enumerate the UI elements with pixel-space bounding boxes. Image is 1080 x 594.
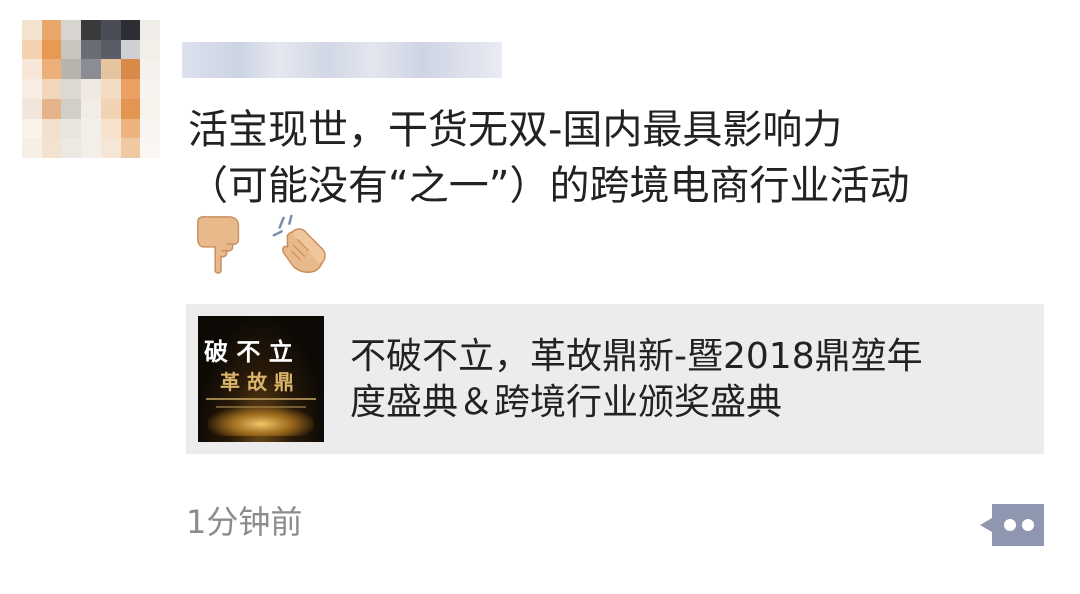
post-text-line-2: （可能没有“之一”）的跨境电商行业活动 <box>188 163 910 209</box>
emoji-row <box>190 210 332 280</box>
comment-like-menu-icon[interactable] <box>978 500 1046 550</box>
avatar-pixel <box>81 20 101 40</box>
backhand-index-pointing-down-icon <box>197 215 240 274</box>
link-thumbnail: 破 不 立 革 故 鼎 <box>198 316 324 442</box>
avatar-pixel <box>22 79 42 99</box>
post-timestamp: 1分钟前 <box>186 503 303 541</box>
avatar-pixel <box>140 39 160 60</box>
avatar-pixel <box>22 39 42 60</box>
avatar-pixel <box>41 98 62 119</box>
link-title-line-2: 度盛典＆跨境行业颁奖盛典 <box>350 382 783 423</box>
avatar-pixel <box>41 20 62 40</box>
avatar-pixel <box>120 138 141 158</box>
avatar-pixel <box>120 79 141 99</box>
avatar-pixel <box>41 79 62 99</box>
avatar-pixel <box>120 20 141 40</box>
avatar-pixel <box>81 79 101 99</box>
avatar-pixel <box>100 98 121 119</box>
avatar-pixel <box>61 138 82 158</box>
avatar-pixel <box>140 98 160 119</box>
avatar-pixel <box>61 39 82 60</box>
avatar-pixel <box>61 118 82 139</box>
link-title: 不破不立，革故鼎新-暨2018鼎堃年 度盛典＆跨境行业颁奖盛典 <box>350 334 1030 426</box>
avatar-pixel <box>81 118 101 139</box>
avatar-pixel <box>41 39 62 60</box>
thumbnail-caption-line <box>206 398 316 400</box>
avatar-pixel <box>22 98 42 119</box>
avatar-pixel <box>100 20 121 40</box>
avatar-pixel <box>22 138 42 158</box>
avatar-pixel <box>120 39 141 60</box>
username-blur <box>182 42 502 78</box>
avatar-pixel <box>41 138 62 158</box>
thumbnail-text-row-2: 革 故 鼎 <box>220 370 294 394</box>
avatar-pixel <box>22 59 42 80</box>
thumbnail-glow <box>208 406 314 436</box>
avatar[interactable] <box>22 20 160 158</box>
post-text-line-1: 活宝现世，干货无双-国内最具影响力 <box>188 107 843 153</box>
avatar-pixel <box>22 20 42 40</box>
avatar-pixel <box>100 79 121 99</box>
avatar-pixel <box>22 118 42 139</box>
clapping-hands-icon <box>272 214 326 273</box>
avatar-pixel <box>81 138 101 158</box>
avatar-pixel <box>61 20 82 40</box>
avatar-pixel <box>140 59 160 80</box>
avatar-pixel <box>120 98 141 119</box>
avatar-pixel <box>140 20 160 40</box>
avatar-pixel <box>100 39 121 60</box>
username[interactable] <box>182 38 504 82</box>
post-text: 活宝现世，干货无双-国内最具影响力 （可能没有“之一”）的跨境电商行业活动 <box>188 102 1068 214</box>
avatar-pixel <box>100 138 121 158</box>
avatar-pixel <box>140 138 160 158</box>
avatar-pixel <box>81 39 101 60</box>
avatar-pixel <box>100 118 121 139</box>
avatar-pixel <box>120 118 141 139</box>
avatar-pixel <box>81 59 101 80</box>
avatar-pixel <box>61 59 82 80</box>
thumbnail-text-row-1: 破 不 立 <box>204 337 293 366</box>
avatar-pixel <box>61 79 82 99</box>
avatar-pixel <box>140 79 160 99</box>
shared-link-card[interactable]: 破 不 立 革 故 鼎 不破不立，革故鼎新-暨2018鼎堃年 度盛典＆跨境行业颁… <box>186 304 1044 454</box>
link-title-line-1: 不破不立，革故鼎新-暨2018鼎堃年 <box>350 336 923 377</box>
avatar-pixel <box>100 59 121 80</box>
avatar-pixel <box>140 118 160 139</box>
avatar-pixel <box>41 118 62 139</box>
avatar-pixel <box>41 59 62 80</box>
avatar-pixel <box>120 59 141 80</box>
avatar-pixel <box>61 98 82 119</box>
avatar-pixel <box>81 98 101 119</box>
